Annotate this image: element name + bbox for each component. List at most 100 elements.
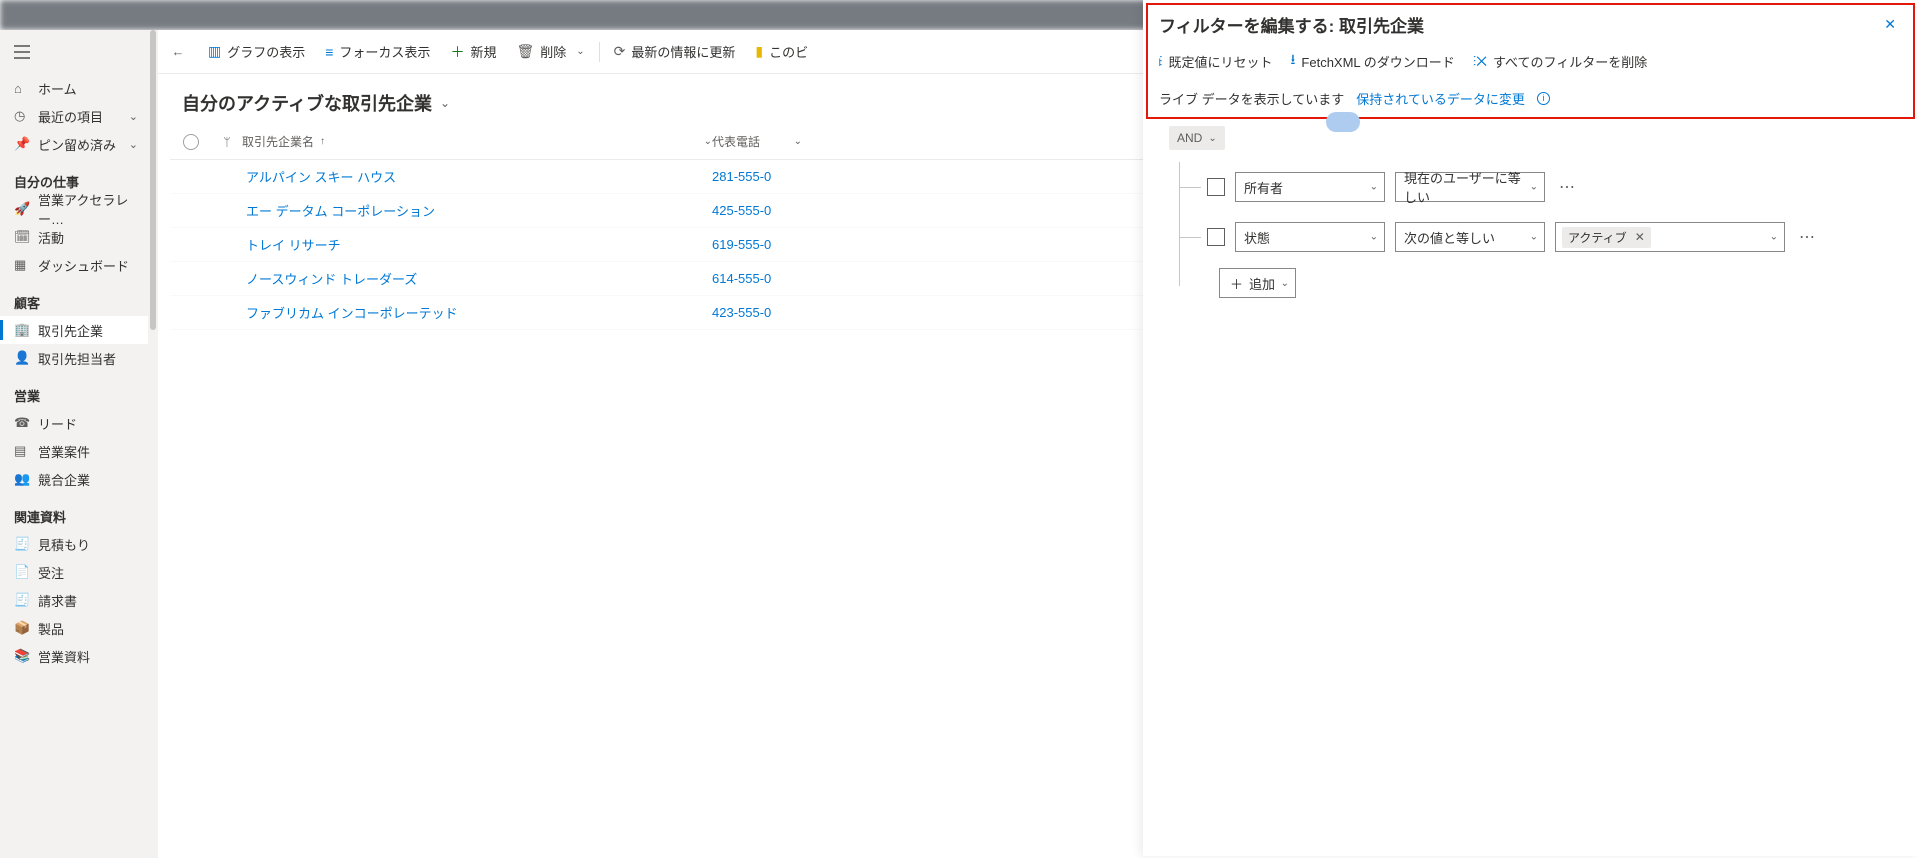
cmd-delete[interactable]: 🗑削除⌄ — [506, 30, 594, 74]
competitor-icon: 👥 — [14, 471, 30, 487]
close-button[interactable]: ✕ — [1878, 10, 1902, 39]
phone-cell[interactable]: 425-555-0 — [712, 203, 771, 218]
condition-row-1: 所有者⌄ 現在のユーザーに等しい⌄ ⋯ — [1179, 162, 1898, 212]
nav-opportunities[interactable]: ▤ 営業案件 — [0, 437, 148, 465]
nav-recent[interactable]: ◷最近の項目⌄ — [0, 102, 148, 130]
hamburger-icon — [14, 45, 30, 59]
nav-label: ピン留め済み — [38, 135, 116, 154]
column-header-name[interactable]: 取引先企業名↑⌄ — [242, 133, 712, 150]
nav-products[interactable]: 📦製品 — [0, 614, 148, 642]
cmd-label: 新規 — [470, 42, 496, 61]
chevron-down-icon: ⌄ — [1370, 232, 1378, 243]
cmd-show-chart[interactable]: ▥グラフの表示 — [198, 30, 315, 74]
cmd-label: フォーカス表示 — [339, 42, 430, 61]
nav-contacts[interactable]: 👤取引先担当者 — [0, 344, 148, 372]
condition-row-2: 状態⌄ 次の値と等しい⌄ アクティブ✕⌄ ⋯ — [1179, 212, 1898, 262]
filter-panel: フィルターを編集する: 取引先企業 ✕ ⫶⃓既定値にリセット ⭳ FetchXML… — [1143, 0, 1918, 856]
nav-label: 取引先企業 — [38, 321, 103, 340]
sel-value: 現在のユーザーに等しい — [1404, 168, 1522, 206]
sidebar-scrollbar[interactable] — [148, 30, 158, 858]
nav-pinned[interactable]: 📌ピン留め済み⌄ — [0, 130, 148, 158]
account-link[interactable]: アルパイン スキー ハウス — [246, 170, 396, 185]
reset-default-button[interactable]: ⫶⃓既定値にリセット — [1159, 52, 1273, 71]
trash-icon: 🗑 — [516, 43, 534, 60]
download-icon: ⭳ — [1291, 49, 1296, 73]
chart-icon: ▥ — [208, 43, 221, 60]
condition-operator-select[interactable]: 次の値と等しい⌄ — [1395, 222, 1545, 252]
nav-label: ホーム — [38, 79, 77, 98]
chevron-down-icon[interactable]: ⌄ — [794, 136, 802, 147]
opportunity-icon: ▤ — [14, 443, 30, 459]
condition-field-select[interactable]: 所有者⌄ — [1235, 172, 1385, 202]
nav-label: 営業案件 — [38, 442, 90, 461]
building-icon: 🏢 — [14, 322, 30, 338]
account-link[interactable]: ファブリカム インコーポレーテッド — [246, 306, 458, 321]
nav-label: 最近の項目 — [38, 107, 103, 126]
nav-activities[interactable]: 🗓活動 — [0, 223, 148, 251]
chevron-down-icon[interactable]: ⌄ — [440, 96, 450, 110]
cmd-new[interactable]: ＋新規 — [440, 30, 506, 74]
view-title[interactable]: 自分のアクティブな取引先企業 — [182, 90, 432, 116]
cmd-refresh[interactable]: ⟳最新の情報に更新 — [604, 30, 746, 74]
hierarchy-icon[interactable]: ᛘ — [212, 135, 242, 149]
phone-cell[interactable]: 281-555-0 — [712, 169, 771, 184]
nav-home[interactable]: ⌂ホーム — [0, 74, 148, 102]
lead-icon: ☎ — [14, 415, 30, 431]
account-link[interactable]: エー データム コーポレーション — [246, 204, 435, 219]
phone-cell[interactable]: 614-555-0 — [712, 271, 771, 286]
phone-cell[interactable]: 423-555-0 — [712, 305, 771, 320]
chevron-down-icon[interactable]: ⌄ — [704, 136, 712, 147]
nav-sales-literature[interactable]: 📚営業資料 — [0, 642, 148, 670]
account-link[interactable]: ノースウィンド トレーダーズ — [246, 272, 417, 287]
condition-field-select[interactable]: 状態⌄ — [1235, 222, 1385, 252]
info-icon[interactable]: i — [1537, 92, 1550, 105]
account-link[interactable]: トレイ リサーチ — [246, 238, 341, 253]
invoice-icon: 🧾 — [14, 592, 30, 608]
order-icon: 📄 — [14, 564, 30, 580]
back-button[interactable]: ← — [158, 30, 198, 74]
nav-orders[interactable]: 📄受注 — [0, 558, 148, 586]
panel-title: フィルターを編集する: 取引先企業 — [1159, 12, 1424, 37]
add-label: 追加 — [1249, 274, 1275, 293]
sel-value: 次の値と等しい — [1404, 228, 1495, 247]
condition-value-select[interactable]: アクティブ✕ ⌄ — [1555, 222, 1785, 252]
tag-remove-icon[interactable]: ✕ — [1635, 230, 1645, 244]
nav-leads[interactable]: ☎リード — [0, 409, 148, 437]
chevron-down-icon: ⌄ — [129, 110, 138, 123]
nav-accounts[interactable]: 🏢 取引先企業 — [0, 316, 148, 344]
nav-label: 請求書 — [38, 591, 77, 610]
col-label: 代表電話 — [712, 133, 760, 150]
condition-checkbox[interactable] — [1207, 228, 1225, 246]
nav-invoices[interactable]: 🧾 請求書 — [0, 586, 148, 614]
download-fetchxml-button[interactable]: ⭳ FetchXML のダウンロード — [1291, 49, 1455, 73]
pin-icon: 📌 — [14, 136, 30, 152]
nav-dashboards[interactable]: ▦ダッシュボード — [0, 251, 148, 279]
nav-section-collateral: 関連資料 — [0, 493, 148, 530]
phone-cell[interactable]: 619-555-0 — [712, 237, 771, 252]
filter-clear-icon: ⫶✕ — [1473, 53, 1487, 70]
chevron-down-icon: ⌄ — [576, 46, 584, 57]
nav-sales-accelerator[interactable]: 🚀営業アクセラレー… — [0, 195, 148, 223]
value-tag: アクティブ✕ — [1562, 227, 1651, 248]
group-operator-chip[interactable]: AND⌄ — [1169, 126, 1225, 150]
cmd-visualize[interactable]: ▮このビ — [745, 30, 818, 74]
nav-quotes[interactable]: 🧾見積もり — [0, 530, 148, 558]
nav-section-customers: 顧客 — [0, 279, 148, 316]
condition-operator-select[interactable]: 現在のユーザーに等しい⌄ — [1395, 172, 1545, 202]
condition-more-button[interactable]: ⋯ — [1555, 173, 1579, 201]
condition-more-button[interactable]: ⋯ — [1795, 223, 1819, 251]
cmd-focus-view[interactable]: ≡フォーカス表示 — [315, 30, 440, 74]
refresh-icon: ⟳ — [614, 43, 626, 60]
sidebar: ⌂ホーム ◷最近の項目⌄ 📌ピン留め済み⌄ 自分の仕事 🚀営業アクセラレー… 🗓… — [0, 30, 158, 858]
chevron-down-icon: ⌄ — [1770, 232, 1778, 243]
add-condition-button[interactable]: ＋追加⌄ — [1219, 268, 1296, 298]
hamburger-button[interactable] — [14, 30, 58, 74]
nav-label: 営業資料 — [38, 647, 90, 666]
select-all-toggle[interactable] — [183, 134, 199, 150]
nav-competitors[interactable]: 👥競合企業 — [0, 465, 148, 493]
clear-all-filters-button[interactable]: ⫶✕すべてのフィルターを削除 — [1473, 52, 1647, 71]
column-header-phone[interactable]: 代表電話 ⌄ — [712, 133, 802, 150]
condition-checkbox[interactable] — [1207, 178, 1225, 196]
pt-label: FetchXML のダウンロード — [1301, 52, 1454, 71]
switch-to-retained-link[interactable]: 保持されているデータに変更 — [1356, 89, 1525, 108]
